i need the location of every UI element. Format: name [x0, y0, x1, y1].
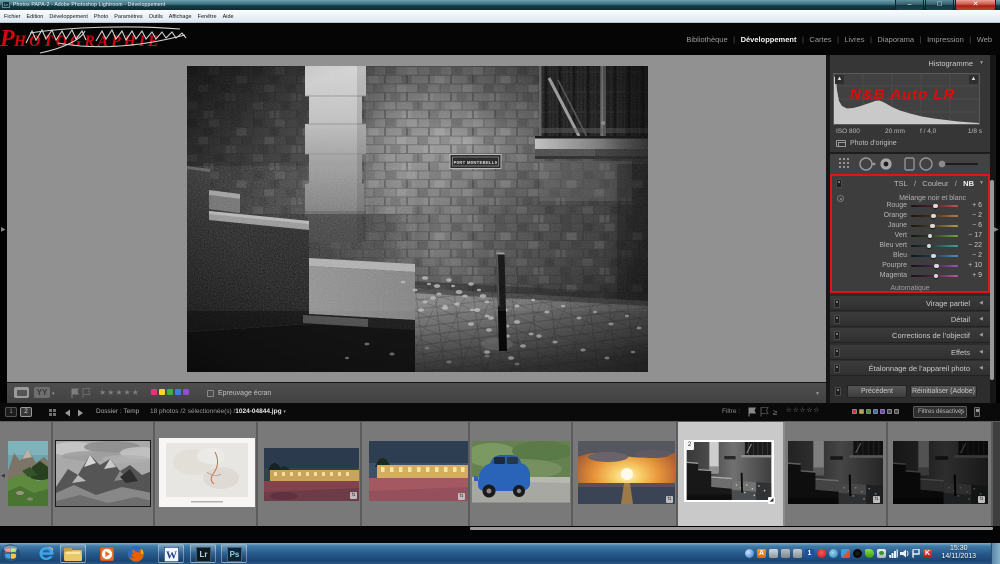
svg-text:≥: ≥	[773, 408, 778, 417]
svg-text:P: P	[0, 26, 15, 52]
svg-text:W: W	[166, 550, 177, 562]
